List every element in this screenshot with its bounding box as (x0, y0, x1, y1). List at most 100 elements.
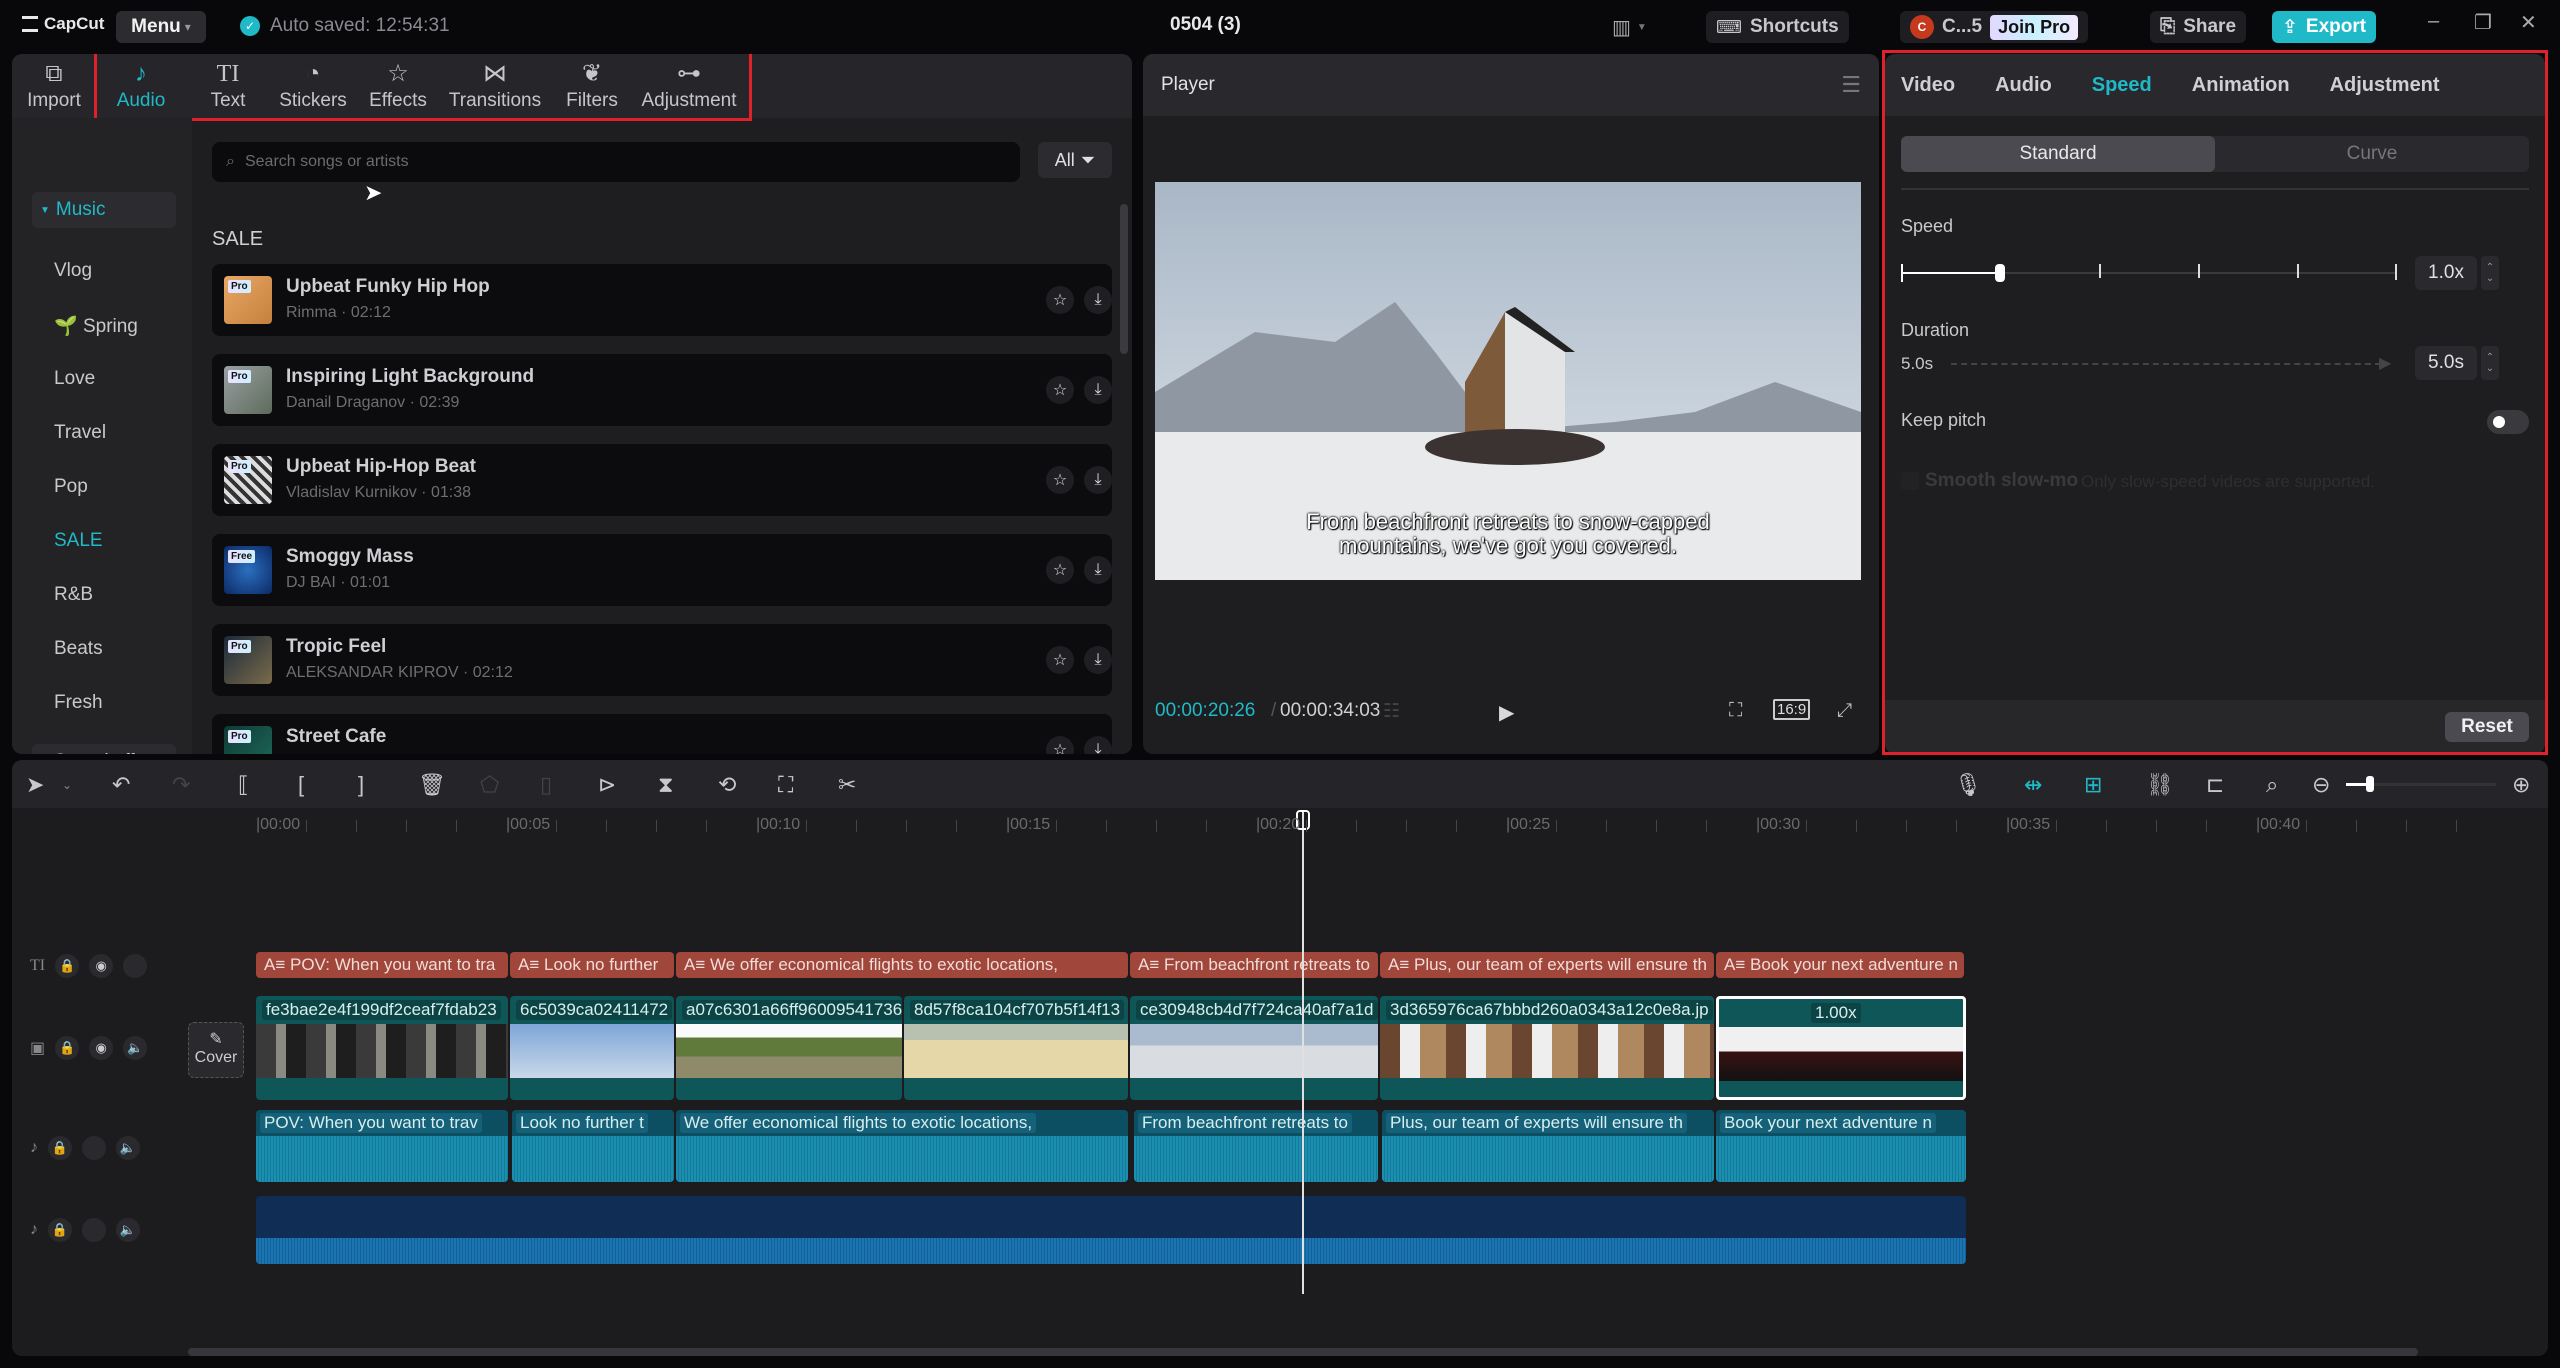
sidebar-item-vlog[interactable]: Vlog (54, 260, 92, 282)
audio-clip[interactable]: Plus, our team of experts will ensure th (1382, 1110, 1714, 1182)
timeline-scrollbar[interactable] (188, 1348, 2418, 1356)
library-scrollbar[interactable] (1120, 204, 1128, 354)
video-clip-selected[interactable]: 1.00x (1716, 996, 1966, 1100)
favorite-star-icon[interactable]: ☆ (1046, 736, 1074, 754)
download-icon[interactable]: ⤓ (1084, 466, 1112, 494)
lock-icon[interactable]: 🔒 (55, 1036, 80, 1060)
text-clip[interactable]: A≡ Plus, our team of experts will ensure… (1380, 952, 1714, 978)
tab-audio[interactable]: Audio (1995, 74, 2052, 97)
speed-icon[interactable]: ⊳ (598, 772, 616, 798)
duration-input[interactable]: 5.0s (2415, 346, 2477, 380)
menu-button[interactable]: Menu ▾ (116, 11, 206, 43)
sidebar-item-travel[interactable]: Travel (54, 422, 106, 444)
audio-clip[interactable]: POV: When you want to trav (256, 1110, 508, 1182)
zoom-fit-timeline-icon[interactable]: ⌕ (2266, 772, 2278, 798)
speed-slider-track[interactable] (1901, 264, 2397, 282)
sidebar-item-love[interactable]: Love (54, 368, 95, 390)
song-item[interactable]: Pro Tropic Feel ALEKSANDAR KIPROV · 02:1… (212, 624, 1112, 696)
account-pill[interactable]: C C...5 Join Pro (1900, 11, 2089, 43)
sidebar-item-sale[interactable]: SALE (54, 530, 103, 552)
split-left-icon[interactable]: [ (298, 772, 304, 798)
fullscreen-icon[interactable]: ⤢ (1837, 700, 1852, 722)
close-icon[interactable]: ✕ (2520, 10, 2537, 35)
aspect-ratio-button[interactable]: 16:9 (1773, 699, 1811, 720)
eye-icon[interactable]: ◉ (89, 1036, 114, 1060)
tab-stickers[interactable]: ◔ Stickers (270, 54, 356, 118)
tab-speed[interactable]: Speed (2092, 74, 2152, 97)
lock-icon[interactable]: 🔒 (48, 1218, 72, 1242)
layout-button[interactable]: ▥ ▼ (1612, 10, 1647, 44)
split-icon[interactable]: ⟦ (238, 772, 249, 798)
marker-icon[interactable]: ⬠ (480, 772, 499, 798)
sidebar-item-fresh[interactable]: Fresh (54, 692, 103, 714)
sidebar-item-beats[interactable]: Beats (54, 638, 103, 660)
zoom-handle[interactable] (2366, 776, 2374, 792)
sidebar-group-sound-effects[interactable]: ▶Sound effe... (32, 744, 176, 754)
audio-split-pro-icon[interactable]: ✂ (838, 772, 856, 798)
cover-button[interactable]: ✎ Cover (188, 1022, 244, 1078)
tab-video[interactable]: Video (1901, 74, 1955, 97)
song-item[interactable]: Pro Street Cafe ☆ ⤓ (212, 714, 1112, 754)
sidebar-item-pop[interactable]: Pop (54, 476, 88, 498)
music-clip[interactable] (256, 1196, 1966, 1264)
zoom-fit-icon[interactable]: ⛶ (1729, 700, 1742, 722)
tab-animation[interactable]: Animation (2192, 74, 2290, 97)
minimize-icon[interactable]: – (2428, 10, 2439, 33)
video-clip[interactable]: a07c6301a66ff96009541736 (676, 996, 902, 1100)
text-clip[interactable]: A≡ From beachfront retreats to (1130, 952, 1378, 978)
text-clip[interactable]: A≡ Look no further (510, 952, 674, 978)
hamburger-menu-icon[interactable]: ☰ (1841, 72, 1861, 98)
select-cursor-icon[interactable]: ➤ (26, 772, 44, 798)
favorite-star-icon[interactable]: ☆ (1046, 376, 1074, 404)
reset-button[interactable]: Reset (2445, 712, 2529, 742)
mirror-icon[interactable]: ⧗ (658, 772, 673, 798)
speed-input[interactable]: 1.0x (2415, 256, 2477, 290)
duration-stepper[interactable]: ⌃ ⌄ (2481, 346, 2499, 380)
sidebar-item-spring[interactable]: 🌱 Spring (54, 314, 138, 338)
redo-icon[interactable]: ↷ (172, 772, 190, 798)
project-title[interactable]: 0504 (3) (1170, 14, 1241, 36)
sidebar-item-rnb[interactable]: R&B (54, 584, 93, 606)
audio-clip[interactable]: We offer economical flights to exotic lo… (676, 1110, 1128, 1182)
shortcuts-button[interactable]: ⌨ Shortcuts (1706, 11, 1849, 43)
share-button[interactable]: ⎘ Share (2150, 11, 2247, 43)
text-clip[interactable]: A≡ We offer economical flights to exotic… (676, 952, 1128, 978)
audio-clip[interactable]: Book your next adventure n (1716, 1110, 1966, 1182)
speed-slider-handle[interactable] (1995, 264, 2006, 282)
timeline-zoom-slider[interactable] (2346, 776, 2496, 792)
keep-pitch-toggle[interactable] (2487, 410, 2529, 434)
mode-curve[interactable]: Curve (2215, 136, 2529, 172)
zoom-out-icon[interactable]: ⊖ (2312, 772, 2330, 798)
audio-clip[interactable]: Look no further t (512, 1110, 674, 1182)
audio-clip[interactable]: From beachfront retreats to (1134, 1110, 1378, 1182)
filter-button[interactable]: All ⏷ (1038, 142, 1112, 178)
lock-icon[interactable]: 🔒 (48, 1136, 72, 1160)
song-item[interactable]: Free Smoggy Mass DJ BAI · 01:01 ☆ ⤓ (212, 534, 1112, 606)
download-icon[interactable]: ⤓ (1084, 646, 1112, 674)
tab-effects[interactable]: ☆ Effects (356, 54, 440, 118)
volume-icon[interactable]: 🔈 (116, 1218, 140, 1242)
search-input[interactable]: ⌕ Search songs or artists (212, 142, 1020, 182)
song-item[interactable]: Pro Inspiring Light Background Danail Dr… (212, 354, 1112, 426)
video-clip[interactable]: ce30948cb4d7f724ca40af7a1d (1130, 996, 1378, 1100)
playhead[interactable] (1302, 810, 1304, 1294)
download-icon[interactable]: ⤓ (1084, 286, 1112, 314)
chevron-down-icon[interactable]: ⌄ (62, 778, 72, 792)
text-clip[interactable]: A≡ POV: When you want to tra (256, 952, 508, 978)
tab-text[interactable]: TI Text (186, 54, 270, 118)
smooth-slowmo-checkbox[interactable] (1901, 472, 1919, 490)
tab-adjustment[interactable]: Adjustment (2330, 74, 2440, 97)
song-item[interactable]: Pro Upbeat Hip-Hop Beat Vladislav Kurnik… (212, 444, 1112, 516)
speed-stepper[interactable]: ⌃ ⌄ (2481, 256, 2499, 290)
tab-audio[interactable]: ♪ Audio (96, 54, 186, 118)
link-icon[interactable]: ⛓ (2146, 772, 2174, 798)
video-clip[interactable]: 8d57f8ca104cf707b5f14f13 (904, 996, 1128, 1100)
eye-icon[interactable]: ◉ (89, 954, 114, 978)
favorite-star-icon[interactable]: ☆ (1046, 556, 1074, 584)
download-icon[interactable]: ⤓ (1084, 376, 1112, 404)
favorite-star-icon[interactable]: ☆ (1046, 466, 1074, 494)
volume-icon[interactable]: 🔈 (116, 1136, 140, 1160)
video-clip[interactable]: 3d365976ca67bbbd260a0343a12c0e8a.jp (1380, 996, 1714, 1100)
favorite-star-icon[interactable]: ☆ (1046, 646, 1074, 674)
lock-icon[interactable]: 🔒 (55, 954, 80, 978)
